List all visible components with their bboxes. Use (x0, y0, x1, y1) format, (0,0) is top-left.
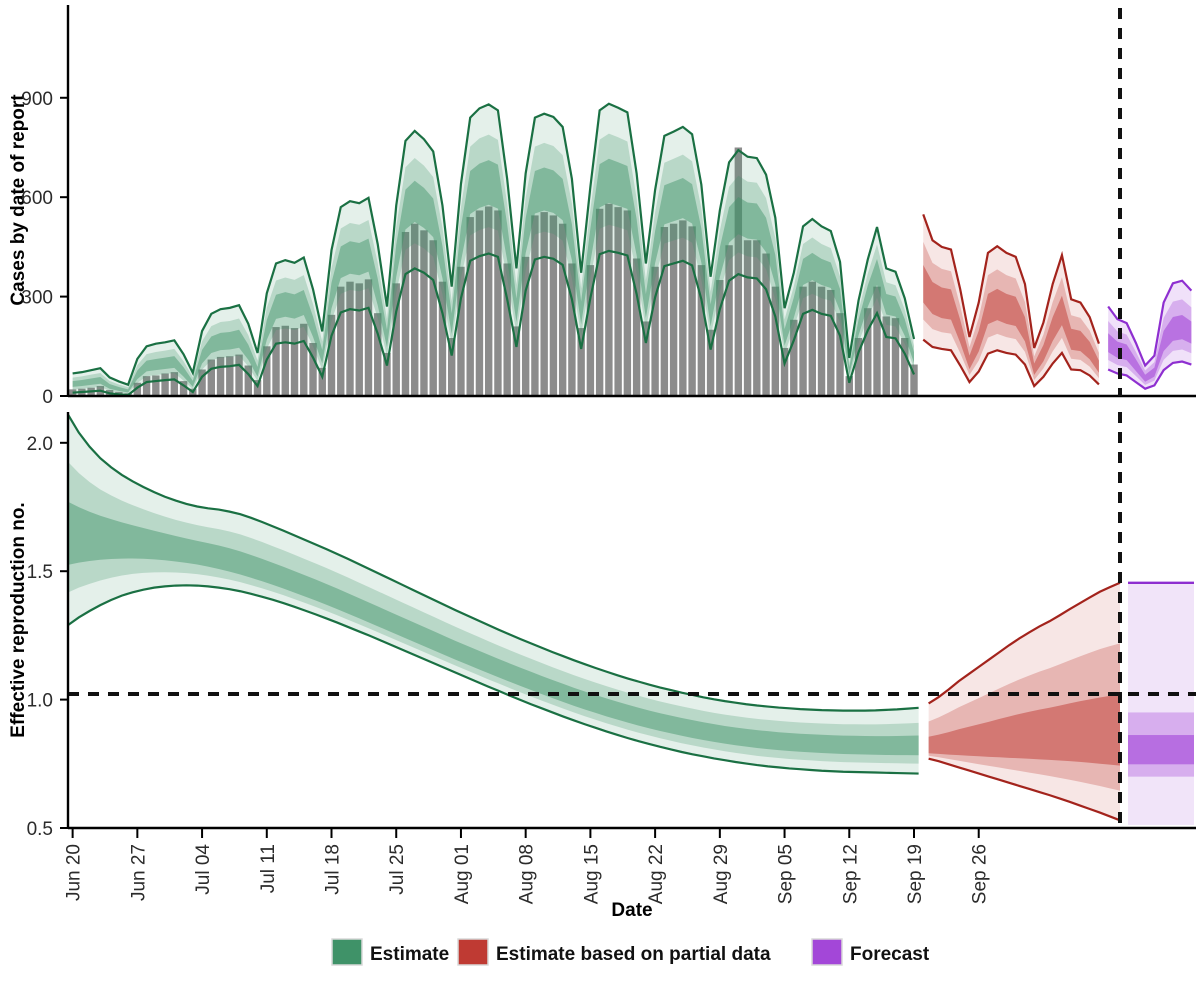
chart-canvas: Cases by date of report 0300600900 Effec… (0, 0, 1200, 982)
x-axis-tick-label: Sep 12 (840, 844, 861, 904)
x-axis-tick-label: Sep 05 (776, 844, 797, 904)
bottom-panel-y-tick-label: 1.0 (27, 691, 53, 712)
legend-label-forecast: Forecast (850, 944, 930, 965)
bottom-panel-y-tick-label: 1.5 (27, 562, 53, 583)
legend-label-estimate: Estimate (370, 944, 449, 965)
top-panel-plot-area (69, 104, 1191, 396)
x-axis-tick-label: Jun 27 (128, 844, 149, 901)
x-axis-tick-label: Sep 19 (905, 844, 926, 904)
x-axis-tick-label: Jul 11 (258, 844, 279, 893)
legend-label-partial: Estimate based on partial data (496, 944, 771, 965)
x-axis-tick-label: Jul 18 (323, 844, 344, 895)
x-axis-tick-label: Aug 22 (646, 844, 667, 904)
top-panel-y-tick-label: 0 (42, 387, 53, 408)
r-estimate-band-90 (68, 415, 919, 774)
x-axis-title: Date (611, 900, 652, 921)
legend: Estimate Estimate based on partial data Fo… (332, 939, 930, 965)
bottom-panel-y-ticks: 0.5 1.0 1.5 2.0 (27, 434, 68, 840)
x-axis-tick-label: Jun 20 (64, 844, 85, 901)
bottom-panel: Effective reproduction no. 0.51.01.52.0 … (8, 412, 1196, 921)
x-axis-tick-label: Jul 25 (387, 844, 408, 895)
estimate-ribbon-group (73, 104, 914, 395)
r-estimate-ribbon-group (68, 415, 919, 774)
bottom-panel-plot-area (68, 415, 1194, 825)
legend-swatch-estimate[interactable] (332, 939, 362, 965)
x-axis-ticks: Jun 20 Jun 27 Jul 04 Jul 11 Jul 18 Jul 25 Aug … (64, 828, 991, 904)
top-panel-y-tick-label: 600 (21, 188, 53, 209)
x-axis-tick-label: Aug 08 (517, 844, 538, 904)
epidemic-forecast-figure: Cases by date of report 0300600900 Effec… (0, 0, 1200, 982)
r-forecast-band-20 (1128, 735, 1194, 764)
x-axis-tick-label: Aug 01 (452, 844, 473, 904)
legend-swatch-partial[interactable] (458, 939, 488, 965)
partial-estimate-ribbon-group (923, 214, 1099, 386)
legend-swatch-forecast[interactable] (812, 939, 842, 965)
top-panel-y-tick-label: 900 (21, 89, 53, 110)
r-forecast-band-90 (1128, 583, 1194, 825)
x-axis-tick-label: Sep 26 (970, 844, 991, 904)
r-forecast-band-group (1128, 583, 1194, 825)
x-axis-tick-label: Aug 15 (581, 844, 602, 904)
bottom-panel-y-tick-label: 0.5 (27, 819, 53, 840)
bottom-panel-y-tick-label: 2.0 (27, 434, 53, 455)
x-axis-tick-label: Aug 29 (711, 844, 732, 904)
top-panel: Cases by date of report 0300600900 (8, 5, 1196, 408)
top-panel-y-tick-label: 300 (21, 288, 53, 309)
x-axis-tick-label: Jul 04 (193, 844, 214, 895)
r-partial-ribbon-group (929, 583, 1120, 821)
